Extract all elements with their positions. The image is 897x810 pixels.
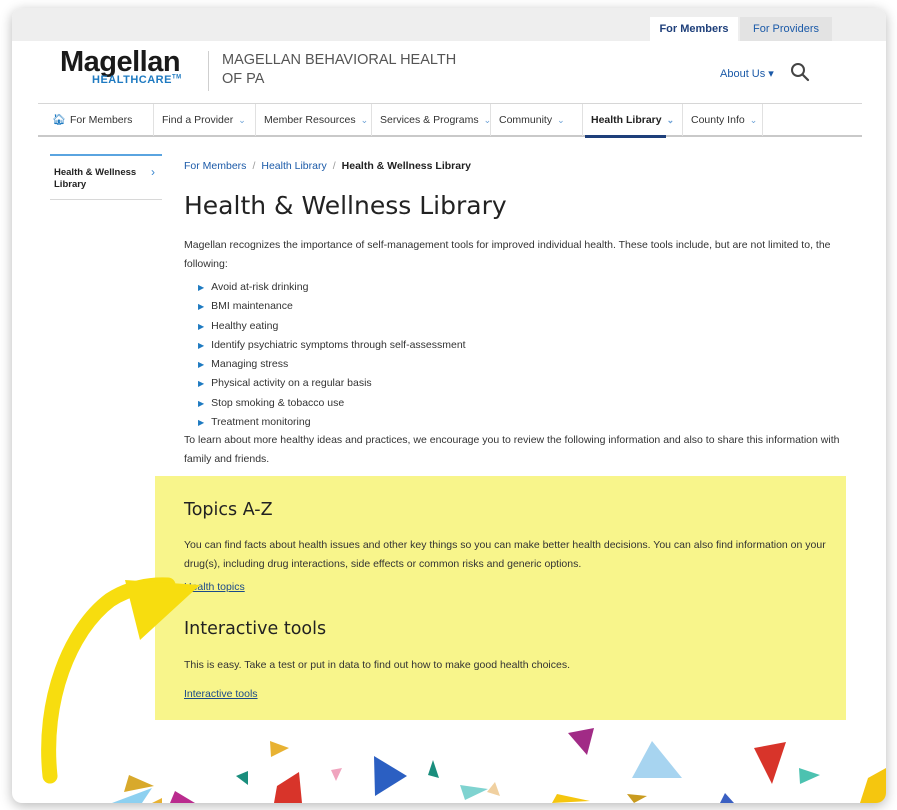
confetti-decoration [112,728,886,803]
page-card: For Members For Providers Magellan HEALT… [12,8,886,803]
